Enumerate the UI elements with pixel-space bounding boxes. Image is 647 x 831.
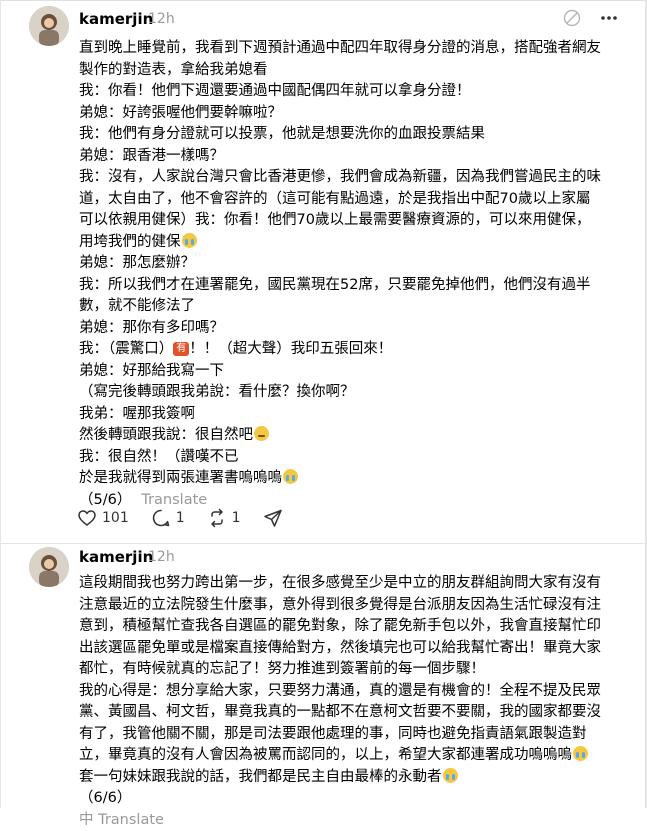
reply-button[interactable]: 1 [151, 508, 185, 528]
avatar-image [29, 547, 69, 587]
like-button[interactable]: 101 [77, 508, 129, 528]
crying-face-icon [182, 233, 197, 248]
post-line: 於是我就得到兩張連署書嗚嗚嗚 [79, 468, 635, 490]
repost-icon [207, 508, 227, 528]
sparkle-off-icon[interactable] [563, 9, 581, 27]
post-line-text: 套一句妹妹跟我說的話，我們都是民主自由最棒的永動者 [79, 769, 442, 785]
post-line-text: 於是我就得到兩張連署書嗚嗚嗚 [79, 470, 282, 486]
post-header-actions [563, 9, 619, 27]
post-line: 我：他們有身分證就可以投票，他就是想要洗你的血跟投票結果 [79, 124, 635, 146]
post-line: 可以依親用健保）我：你看！他們70歲以上最需要醫療資源的，可以來用健保， [79, 210, 635, 232]
post-line: 用垮我們的健保 [79, 232, 635, 254]
post-line: 弟媳：好那給我寫一下 [79, 361, 635, 383]
post-line: 這段期間我也努力跨出第一步，在很多感覺至少是中立的朋友群組詢問大家有沒有 [79, 573, 635, 595]
post-line: 製作的對造表，拿給我弟媳看 [79, 60, 635, 82]
translate-link[interactable]: Translate [141, 492, 207, 508]
post-line: 我：沒有，人家說台灣只會比香港更慘，我們會成為新疆，因為我們嘗過民主的味 [79, 167, 635, 189]
share-button[interactable] [263, 508, 283, 528]
username[interactable]: kamerjin [79, 10, 153, 28]
post-line: 弟媳：好誇張喔他們要幹嘛啦？ [79, 103, 635, 125]
post-time: 12h [148, 549, 175, 565]
post-line: 直到晚上睡覺前，我看到下週預計通過中配四年取得身分證的消息，搭配強者網友 [79, 38, 635, 60]
comment-icon [151, 508, 171, 528]
post-line: 套一句妹妹跟我說的話，我們都是民主自由最棒的永動者 [79, 767, 635, 789]
send-icon [263, 508, 283, 528]
post-line: 都忙，有時候就真的忘記了！努力推進到簽署前的每一個步驟！ [79, 659, 635, 681]
post-line: （寫完後轉頭跟我弟說：看什麼？換你啊？ [79, 382, 635, 404]
page-marker: （6/6） [79, 788, 635, 810]
post-line-text: 然後轉頭跟我說：很自然吧 [79, 427, 253, 443]
post-line: 我：你看！他們下週還要通過中國配偶四年就可以拿身分證！ [79, 81, 635, 103]
have-tag-icon: 有 [173, 342, 189, 356]
post-line: 數，就不能修法了 [79, 296, 635, 318]
post-line: 我：（震驚口）有！！（超大聲）我印五張回來！ [79, 339, 635, 361]
username[interactable]: kamerjin [79, 548, 153, 566]
avatar-image [29, 6, 69, 46]
post-line: 有了，我管他關不關，那是司法要跟他處理的事，同時也避免指責語氣跟製造對 [79, 724, 635, 746]
repost-count: 1 [232, 510, 241, 526]
avatar[interactable] [29, 547, 69, 587]
post-line: 黨、黃國昌、柯文哲，畢竟我真的一點都不在意柯文哲要不要關，我的國家都要沒 [79, 702, 635, 724]
thread-post-5: kamerjin 12h 直到晚上睡覺前，我看到下週預計通過中配四年取得身分證的… [0, 0, 647, 543]
post-line: 然後轉頭跟我說：很自然吧 [79, 425, 635, 447]
post-line-text: ！！（超大聲）我印五張回來！ [189, 341, 392, 357]
post-line: 弟媳：跟香港一樣嗎？ [79, 146, 635, 168]
more-icon[interactable] [599, 9, 619, 27]
crying-face-icon [573, 746, 588, 761]
post-line-text: 立，畢竟真的沒有人會因為被罵而認同的，以上，希望大家都連署成功嗚嗚嗚 [79, 747, 572, 763]
smirking-face-icon [254, 426, 269, 441]
post-line: 道，太自由了，他不會容許的（這可能有點過遠，於是我指出中配70歲以上家屬 [79, 189, 635, 211]
crying-face-icon [283, 469, 298, 484]
like-count: 101 [102, 510, 129, 526]
post-line: 立，畢竟真的沒有人會因為被罵而認同的，以上，希望大家都連署成功嗚嗚嗚 [79, 745, 635, 767]
post-body: 這段期間我也努力跨出第一步，在很多感覺至少是中立的朋友群組詢問大家有沒有 注意最… [79, 573, 635, 831]
post-line-text: 我：（震驚口） [79, 341, 173, 357]
reply-count: 1 [176, 510, 185, 526]
heart-icon [77, 508, 97, 528]
post-line: 注意最近的立法院發生什麼事，意外得到很多覺得是台派朋友因為生活忙碌沒有注 [79, 595, 635, 617]
post-line-text: 用垮我們的健保 [79, 234, 181, 250]
avatar[interactable] [29, 6, 69, 46]
repost-button[interactable]: 1 [207, 508, 241, 528]
post-line: 我的心得是：想分享給大家，只要努力溝通，真的還是有機會的！全程不提及民眾 [79, 681, 635, 703]
post-line: 意到，積極幫忙查我各自選區的罷免對象，除了罷免新手包以外，我會直接幫忙印 [79, 616, 635, 638]
crying-face-icon [443, 768, 458, 783]
post-body: 直到晚上睡覺前，我看到下週預計通過中配四年取得身分證的消息，搭配強者網友 製作的… [79, 38, 635, 511]
thread-post-6: kamerjin 12h 這段期間我也努力跨出第一步，在很多感覺至少是中立的朋友… [0, 543, 647, 808]
post-line: 出該選區罷免單或是檔案直接傳給對方，然後填完也可以給我幫忙寄出！畢竟大家 [79, 638, 635, 660]
post-line: 弟媳：那怎麼辦？ [79, 253, 635, 275]
post-time: 12h [148, 11, 175, 27]
post-line: 我弟：喔那我簽啊 [79, 404, 635, 426]
page-marker: （5/6） [79, 492, 131, 508]
post-actions: 101 1 1 [77, 508, 305, 528]
post-line: 我：所以我們才在連署罷免，國民黨現在52席，只要罷免掉他們，他們沒有過半 [79, 275, 635, 297]
translate-link[interactable]: 中 Translate [79, 810, 635, 831]
post-line: 我：很自然！（讚嘆不已 [79, 447, 635, 469]
post-line: 弟媳：那你有多印嗎？ [79, 318, 635, 340]
